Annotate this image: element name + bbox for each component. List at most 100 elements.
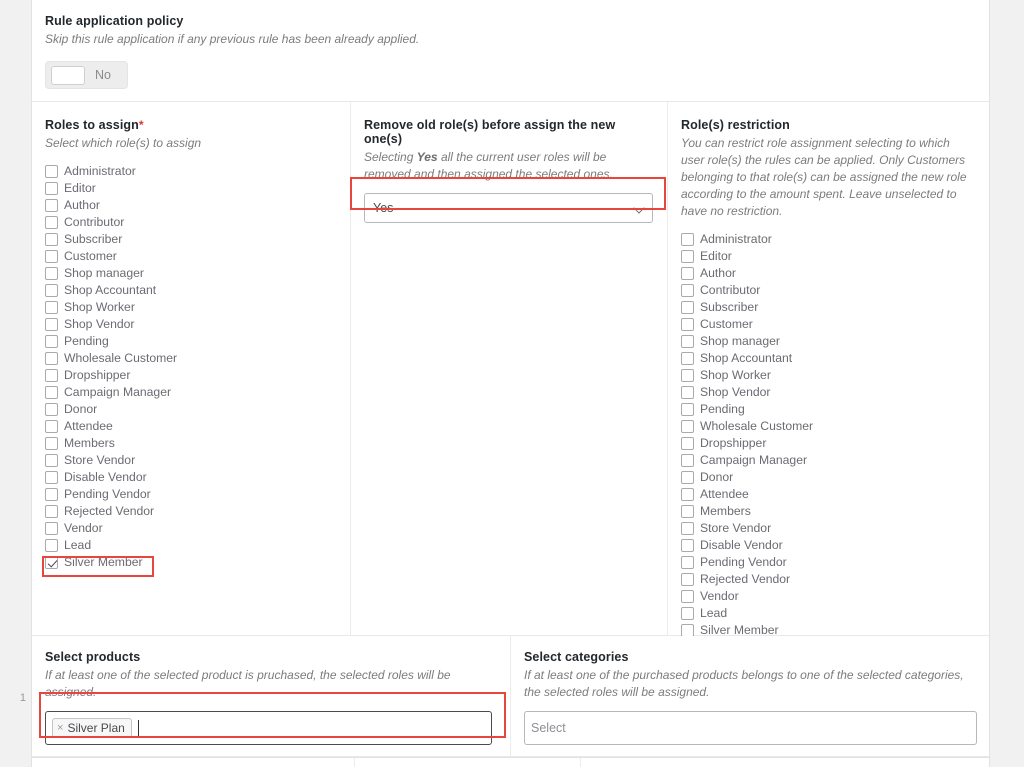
checkbox-row[interactable]: Customer	[681, 316, 975, 333]
checkbox-row[interactable]: Shop Vendor	[681, 384, 975, 401]
checkbox-row[interactable]: Vendor	[45, 520, 336, 537]
checkbox-row[interactable]: Administrator	[681, 231, 975, 248]
checkbox-icon[interactable]	[45, 335, 58, 348]
checkbox-row[interactable]: Shop Worker	[681, 367, 975, 384]
checkbox-icon[interactable]	[681, 318, 694, 331]
checkbox-icon[interactable]	[45, 267, 58, 280]
checkbox-icon[interactable]	[45, 284, 58, 297]
checkbox-icon[interactable]	[45, 522, 58, 535]
checkbox-row[interactable]: Pending Vendor	[45, 486, 336, 503]
checkbox-row[interactable]: Rejected Vendor	[45, 503, 336, 520]
skip-rule-toggle[interactable]: No	[45, 61, 128, 89]
checkbox-icon[interactable]	[45, 216, 58, 229]
checkbox-icon[interactable]	[681, 488, 694, 501]
checkbox-icon[interactable]	[45, 505, 58, 518]
remove-token-icon[interactable]: ×	[57, 722, 63, 734]
checkbox-icon[interactable]	[681, 267, 694, 280]
checkbox-icon[interactable]	[45, 386, 58, 399]
checkbox-row[interactable]: Vendor	[681, 588, 975, 605]
checkbox-row[interactable]: Customer	[45, 248, 336, 265]
select-categories-input[interactable]: Select	[524, 711, 977, 745]
checkbox-row[interactable]: Disable Vendor	[681, 537, 975, 554]
checkbox-icon[interactable]	[45, 233, 58, 246]
checkbox-icon[interactable]	[45, 301, 58, 314]
checkbox-row[interactable]: Store Vendor	[45, 452, 336, 469]
checkbox-icon[interactable]	[45, 369, 58, 382]
checkbox-row[interactable]: Shop Worker	[45, 299, 336, 316]
checkbox-icon[interactable]	[45, 250, 58, 263]
checkbox-icon[interactable]	[681, 420, 694, 433]
checkbox-row[interactable]: Wholesale Customer	[681, 418, 975, 435]
checkbox-row[interactable]: Shop Accountant	[681, 350, 975, 367]
checkbox-row[interactable]: Disable Vendor	[45, 469, 336, 486]
checkbox-row[interactable]: Author	[45, 197, 336, 214]
checkbox-row[interactable]: Campaign Manager	[681, 452, 975, 469]
remove-old-roles-select[interactable]: Yes	[364, 193, 653, 223]
checkbox-checked-icon[interactable]	[45, 556, 58, 569]
checkbox-icon[interactable]	[45, 165, 58, 178]
checkbox-icon[interactable]	[681, 471, 694, 484]
checkbox-row[interactable]: Author	[681, 265, 975, 282]
checkbox-row[interactable]: Wholesale Customer	[45, 350, 336, 367]
checkbox-icon[interactable]	[45, 488, 58, 501]
checkbox-icon[interactable]	[45, 420, 58, 433]
checkbox-row[interactable]: Campaign Manager	[45, 384, 336, 401]
checkbox-row[interactable]: Lead	[45, 537, 336, 554]
checkbox-icon[interactable]	[45, 403, 58, 416]
checkbox-row[interactable]: Members	[45, 435, 336, 452]
checkbox-icon[interactable]	[681, 250, 694, 263]
checkbox-row[interactable]: Shop manager	[45, 265, 336, 282]
checkbox-row[interactable]: Dropshipper	[681, 435, 975, 452]
checkbox-icon[interactable]	[681, 590, 694, 603]
checkbox-row[interactable]: Contributor	[45, 214, 336, 231]
checkbox-icon[interactable]	[45, 437, 58, 450]
checkbox-icon[interactable]	[45, 352, 58, 365]
checkbox-icon[interactable]	[681, 556, 694, 569]
select-products-input[interactable]: × Silver Plan	[45, 711, 492, 745]
checkbox-row[interactable]: Members	[681, 503, 975, 520]
checkbox-icon[interactable]	[45, 539, 58, 552]
checkbox-row[interactable]: Shop Vendor	[45, 316, 336, 333]
checkbox-icon[interactable]	[681, 233, 694, 246]
checkbox-row[interactable]: Administrator	[45, 163, 336, 180]
checkbox-icon[interactable]	[681, 369, 694, 382]
product-token[interactable]: × Silver Plan	[52, 718, 132, 738]
checkbox-row[interactable]: Subscriber	[681, 299, 975, 316]
checkbox-icon[interactable]	[681, 284, 694, 297]
checkbox-row[interactable]: Donor	[45, 401, 336, 418]
checkbox-icon[interactable]	[681, 335, 694, 348]
checkbox-icon[interactable]	[681, 454, 694, 467]
checkbox-row[interactable]: Rejected Vendor	[681, 571, 975, 588]
checkbox-icon[interactable]	[681, 607, 694, 620]
checkbox-icon[interactable]	[681, 437, 694, 450]
checkbox-icon[interactable]	[681, 522, 694, 535]
checkbox-icon[interactable]	[681, 352, 694, 365]
checkbox-row[interactable]: Lead	[681, 605, 975, 622]
checkbox-row[interactable]: Editor	[45, 180, 336, 197]
checkbox-icon[interactable]	[45, 182, 58, 195]
checkbox-row[interactable]: Shop Accountant	[45, 282, 336, 299]
checkbox-row[interactable]: Dropshipper	[45, 367, 336, 384]
checkbox-row[interactable]: Contributor	[681, 282, 975, 299]
checkbox-row[interactable]: Donor	[681, 469, 975, 486]
checkbox-row[interactable]: Store Vendor	[681, 520, 975, 537]
checkbox-icon[interactable]	[681, 505, 694, 518]
checkbox-row[interactable]: Pending	[45, 333, 336, 350]
checkbox-icon[interactable]	[681, 301, 694, 314]
checkbox-row[interactable]: Silver Member	[45, 554, 336, 571]
checkbox-icon[interactable]	[681, 386, 694, 399]
checkbox-icon[interactable]	[681, 403, 694, 416]
checkbox-icon[interactable]	[681, 539, 694, 552]
checkbox-row[interactable]: Shop manager	[681, 333, 975, 350]
checkbox-row[interactable]: Pending	[681, 401, 975, 418]
checkbox-icon[interactable]	[45, 199, 58, 212]
checkbox-row[interactable]: Subscriber	[45, 231, 336, 248]
checkbox-icon[interactable]	[45, 454, 58, 467]
checkbox-row[interactable]: Attendee	[681, 486, 975, 503]
checkbox-row[interactable]: Editor	[681, 248, 975, 265]
checkbox-row[interactable]: Pending Vendor	[681, 554, 975, 571]
checkbox-icon[interactable]	[45, 318, 58, 331]
checkbox-icon[interactable]	[681, 573, 694, 586]
checkbox-icon[interactable]	[45, 471, 58, 484]
checkbox-row[interactable]: Attendee	[45, 418, 336, 435]
